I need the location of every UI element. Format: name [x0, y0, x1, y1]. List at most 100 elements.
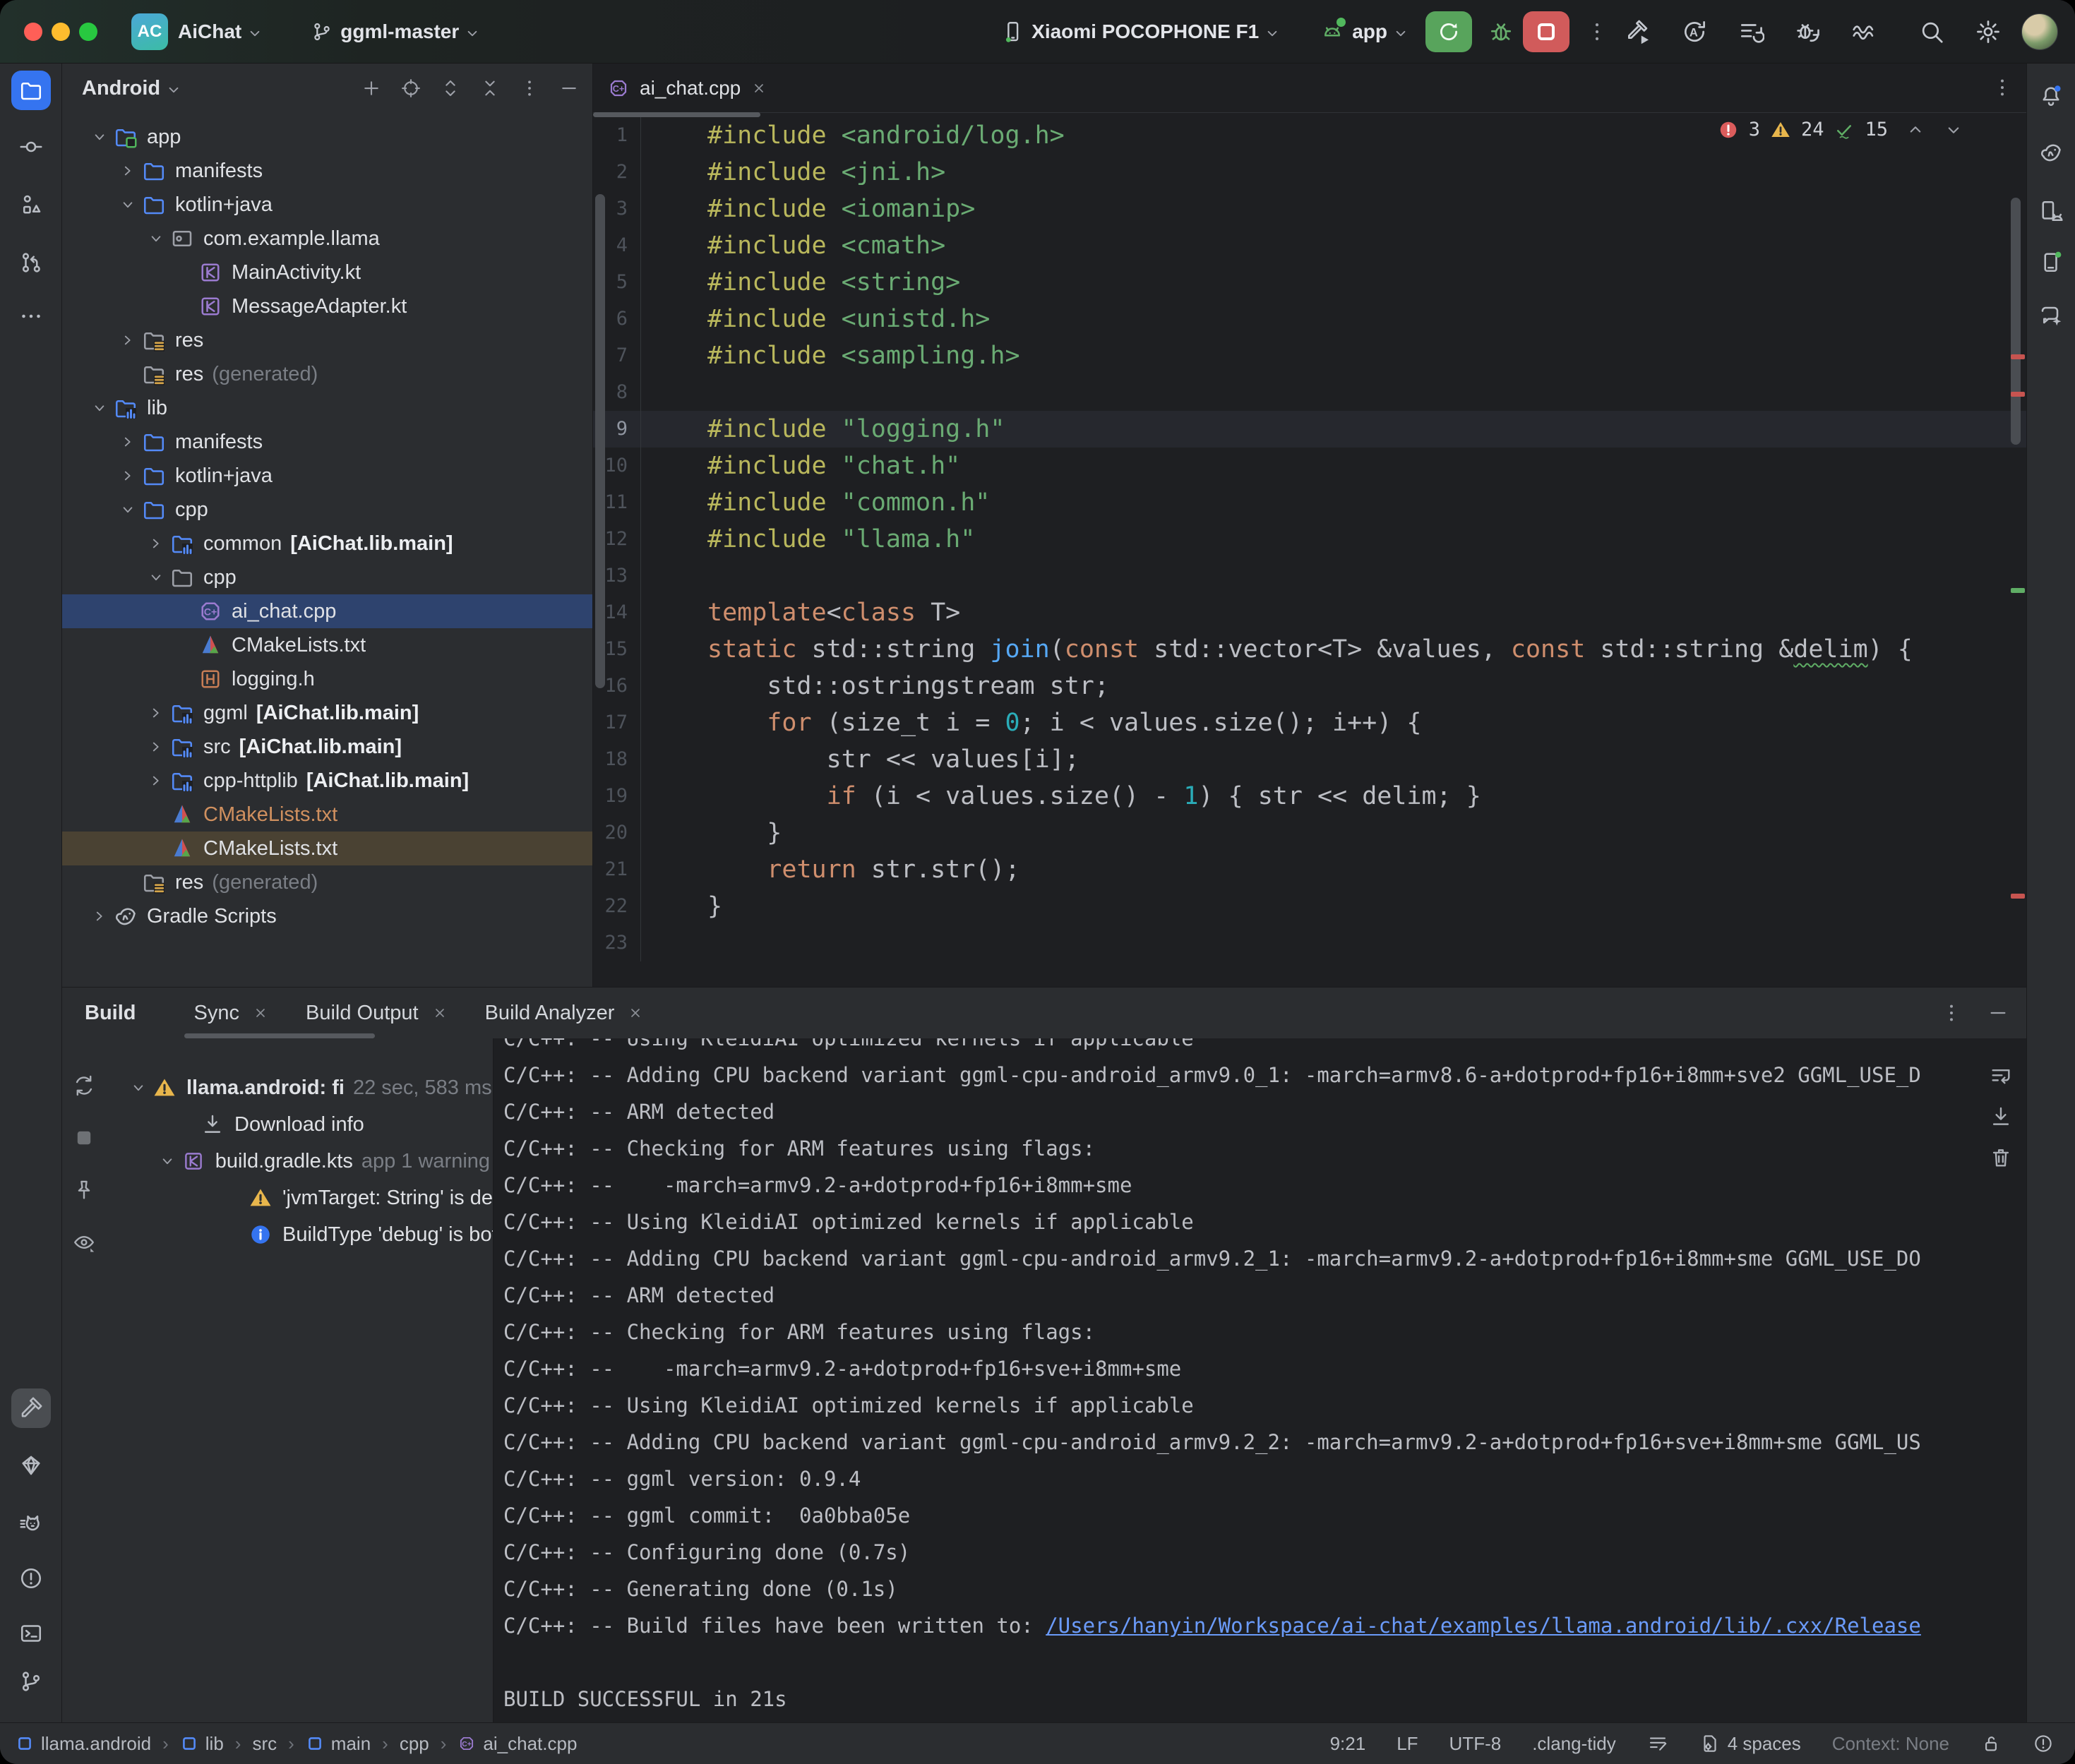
tree-chevron-icon[interactable] — [114, 466, 141, 486]
breadcrumb-item[interactable]: C+ai_chat.cpp — [458, 1733, 577, 1755]
indent-widget[interactable]: 4 spaces — [1699, 1733, 1801, 1755]
build-tree-row[interactable]: build.gradle.ktsapp 1 warning — [106, 1143, 493, 1180]
notifications-button[interactable] — [2031, 76, 2071, 116]
apply-code-changes-button[interactable] — [1738, 18, 1764, 45]
next-problem-icon[interactable] — [1943, 119, 1964, 140]
panel-options-icon[interactable] — [519, 78, 540, 99]
pin-icon[interactable] — [72, 1178, 96, 1202]
tree-row[interactable]: res(generated) — [62, 865, 592, 899]
inspections-widget[interactable]: 3 24 15 — [1718, 119, 1964, 140]
close-window-button[interactable] — [24, 23, 42, 41]
build-tree-row[interactable]: 'jvmTarget: String' is deprec — [106, 1180, 493, 1216]
minimize-window-button[interactable] — [52, 23, 70, 41]
build-button[interactable] — [1625, 18, 1651, 45]
pull-requests-tool-button[interactable] — [11, 243, 51, 282]
scroll-to-end-icon[interactable] — [1989, 1105, 2013, 1129]
editor-options-icon[interactable] — [1991, 76, 2014, 99]
tree-chevron-icon[interactable] — [86, 127, 113, 147]
build-tree-row[interactable]: Download info — [106, 1106, 493, 1143]
project-widget[interactable]: AC AiChat — [131, 13, 264, 50]
tree-row[interactable]: C+ai_chat.cpp — [62, 594, 592, 628]
more-run-options-button[interactable] — [1585, 20, 1609, 44]
build-console[interactable]: C/C++: -- Using KleidiAI optimized kerne… — [493, 1038, 1975, 1722]
tree-chevron-icon[interactable] — [143, 229, 169, 248]
tree-row[interactable]: res — [62, 323, 592, 357]
stop-sync-icon[interactable] — [72, 1126, 96, 1150]
gemini-button[interactable] — [2031, 296, 2071, 336]
zoom-window-button[interactable] — [79, 23, 97, 41]
collapse-all-icon[interactable] — [479, 78, 501, 99]
attach-debugger-button[interactable] — [1794, 18, 1821, 45]
tree-row[interactable]: MessageAdapter.kt — [62, 289, 592, 323]
build-tool-button[interactable] — [11, 1388, 51, 1428]
build-tab-build-output[interactable]: Build Output — [287, 988, 467, 1038]
breadcrumb-item[interactable]: cpp — [400, 1733, 429, 1755]
tree-row[interactable]: cpp — [62, 493, 592, 527]
tree-row[interactable]: manifests — [62, 154, 592, 188]
event-log-button[interactable] — [2033, 1733, 2054, 1754]
tree-row[interactable]: cpp — [62, 560, 592, 594]
logcat-tool-button[interactable] — [11, 1504, 51, 1543]
build-output-path-link[interactable]: /Users/hanyin/Workspace/ai-chat/examples… — [1046, 1614, 1921, 1638]
expand-all-icon[interactable] — [440, 78, 461, 99]
editor[interactable]: C+ ai_chat.cpp 1#include <android/log.h>… — [593, 64, 2026, 987]
tree-row[interactable]: Gradle Scripts — [62, 899, 592, 933]
project-view-selector[interactable]: Android — [82, 77, 160, 100]
tree-row[interactable]: lib — [62, 391, 592, 425]
inspection-profile[interactable]: .clang-tidy — [1532, 1733, 1616, 1755]
editor-scrollbar-thumb[interactable] — [2011, 198, 2021, 445]
version-control-tool-button[interactable] — [11, 1662, 51, 1701]
device-manager-button[interactable] — [2031, 191, 2071, 231]
file-encoding[interactable]: UTF-8 — [1449, 1733, 1502, 1755]
problems-tool-button[interactable] — [11, 1559, 51, 1598]
tree-chevron-icon[interactable] — [143, 771, 169, 791]
tree-row[interactable]: com.example.llama — [62, 222, 592, 256]
build-options-icon[interactable] — [1940, 1002, 1963, 1024]
apply-changes-button[interactable]: A — [1681, 18, 1708, 45]
tree-row[interactable]: res(generated) — [62, 357, 592, 391]
device-selector[interactable]: Xiaomi POCOPHONE F1 — [1000, 20, 1281, 44]
tree-row[interactable]: kotlin+java — [62, 459, 592, 493]
rerun-button[interactable] — [1425, 11, 1472, 52]
code-area[interactable]: 1#include <android/log.h>2#include <jni.… — [593, 113, 2026, 987]
error-stripe-mark[interactable] — [2011, 354, 2025, 359]
build-tree-row[interactable]: BuildType 'debug' is both de — [106, 1216, 493, 1253]
breadcrumb-item[interactable]: main — [306, 1733, 371, 1755]
tree-row[interactable]: CMakeLists.txt — [62, 628, 592, 662]
branch-widget[interactable]: ggml-master — [311, 20, 482, 43]
gradle-tool-button[interactable] — [2031, 133, 2071, 172]
tree-row[interactable]: cpp-httplib[AiChat.lib.main] — [62, 764, 592, 798]
run-config-selector[interactable]: app — [1320, 19, 1410, 44]
tree-row[interactable]: app — [62, 120, 592, 154]
project-tool-button[interactable] — [11, 71, 51, 110]
tree-row[interactable]: CMakeLists.txt — [62, 798, 592, 832]
tree-row[interactable]: kotlin+java — [62, 188, 592, 222]
tree-row[interactable]: manifests — [62, 425, 592, 459]
debug-button[interactable] — [1488, 18, 1514, 45]
add-icon[interactable] — [361, 78, 382, 99]
search-everywhere-button[interactable] — [1918, 18, 1945, 45]
tree-row[interactable]: src[AiChat.lib.main] — [62, 730, 592, 764]
tree-chevron-icon[interactable] — [114, 500, 141, 520]
tree-row[interactable]: common[AiChat.lib.main] — [62, 527, 592, 560]
tree-chevron-icon[interactable] — [114, 195, 141, 215]
settings-button[interactable] — [1975, 18, 2002, 45]
editor-tab[interactable]: C+ ai_chat.cpp — [593, 64, 784, 113]
close-tab-icon[interactable] — [751, 80, 767, 97]
hide-panel-icon[interactable] — [558, 78, 580, 99]
tree-chevron-icon[interactable] — [86, 906, 113, 926]
user-avatar[interactable] — [2021, 13, 2058, 50]
tree-row[interactable]: ggml[AiChat.lib.main] — [62, 696, 592, 730]
re-sync-icon[interactable] — [72, 1074, 96, 1098]
tree-chevron-icon[interactable] — [143, 703, 169, 723]
tree-chevron-icon[interactable] — [124, 1079, 153, 1097]
previous-problem-icon[interactable] — [1905, 119, 1926, 140]
ok-stripe-mark[interactable] — [2011, 588, 2025, 593]
tree-chevron-icon[interactable] — [143, 568, 169, 587]
stop-button[interactable] — [1523, 11, 1569, 52]
tree-chevron-icon[interactable] — [153, 1152, 181, 1170]
build-tab-sync[interactable]: Sync — [176, 988, 287, 1038]
commit-tool-button[interactable] — [11, 127, 51, 167]
running-devices-button[interactable] — [2031, 242, 2071, 282]
terminal-tool-button[interactable] — [11, 1614, 51, 1653]
